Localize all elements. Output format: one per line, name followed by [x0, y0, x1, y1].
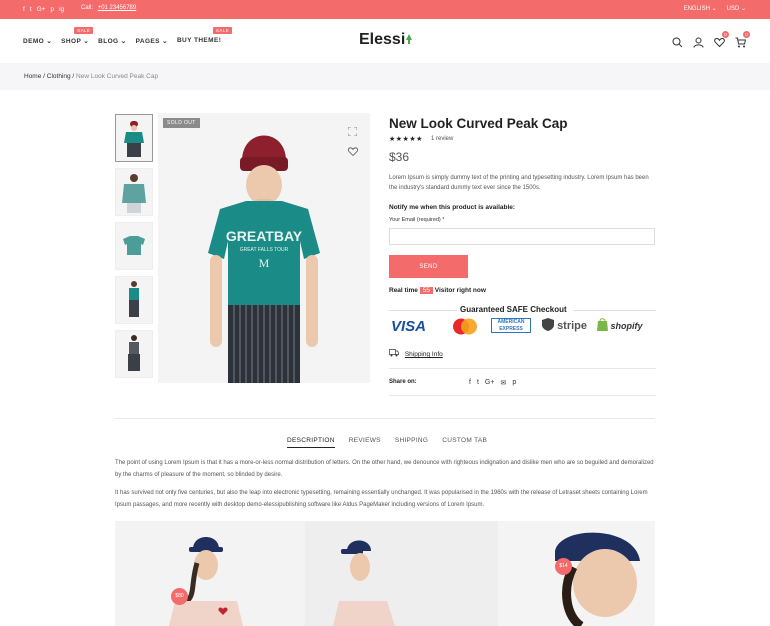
heart-icon[interactable] — [348, 143, 358, 161]
svg-text:GREAT FALLS TOUR: GREAT FALLS TOUR — [240, 247, 289, 253]
rating-stars: ★★★★★ — [389, 136, 423, 143]
twitter-icon[interactable]: t — [477, 379, 479, 387]
pinterest-icon[interactable]: p — [50, 5, 54, 14]
wishlist-icon[interactable]: 0 — [714, 31, 729, 48]
google-plus-icon[interactable]: G+ — [37, 5, 46, 14]
amex-logo: AMERICAN EXPRESS — [491, 318, 531, 333]
description-paragraph-2: It has survived not only five centuries,… — [115, 490, 648, 508]
email-field[interactable] — [389, 228, 655, 245]
stripe-logo: stripe — [542, 318, 587, 332]
search-icon[interactable] — [672, 35, 683, 48]
lookbook-banner: $80 $14 — [115, 521, 655, 626]
cart-icon[interactable]: 0 — [735, 31, 750, 48]
call-label: Call: — [81, 5, 94, 11]
safe-checkout-title: Guaranteed SAFE Checkout — [460, 305, 567, 314]
instagram-icon[interactable]: ig — [59, 5, 64, 14]
svg-text:M: M — [259, 256, 270, 270]
divider — [389, 395, 656, 396]
divider — [389, 368, 656, 369]
twitter-icon[interactable]: t — [30, 5, 32, 14]
email-icon[interactable]: ✉ — [500, 379, 506, 387]
price-tag[interactable]: $14 — [555, 558, 572, 575]
thumbnail-1[interactable] — [115, 114, 153, 162]
call-info: Call: +01 23456789 — [81, 5, 136, 11]
main-product-image[interactable]: GREATBAY GREAT FALLS TOUR M — [158, 113, 370, 383]
sale-badge: SALE — [74, 27, 94, 34]
product-tabs: DESCRIPTION REVIEWS SHIPPING CUSTOM TAB — [287, 437, 487, 448]
review-link[interactable]: 1 review — [431, 136, 453, 142]
product-description: Lorem Ipsum is simply dummy text of the … — [389, 175, 649, 191]
site-logo[interactable]: Elessi — [359, 31, 413, 49]
notify-title: Notify me when this product is available… — [389, 204, 516, 211]
tab-shipping[interactable]: SHIPPING — [395, 437, 428, 448]
google-plus-icon[interactable]: G+ — [485, 379, 495, 387]
tab-reviews[interactable]: REVIEWS — [349, 437, 381, 448]
thumbnail-3[interactable] — [115, 222, 153, 270]
phone-link[interactable]: +01 23456789 — [98, 5, 137, 11]
divider — [574, 310, 656, 311]
send-button[interactable]: SEND — [389, 255, 468, 278]
user-icon[interactable] — [693, 35, 704, 48]
breadcrumb: Home / Clothing / New Look Curved Peak C… — [0, 63, 770, 90]
description-paragraph-1: The point of using Lorem Ipsum is that i… — [115, 460, 654, 478]
cart-count: 0 — [743, 31, 750, 38]
expand-icon[interactable] — [347, 123, 358, 141]
divider — [389, 310, 457, 311]
social-links: f t G+ p ig — [23, 5, 64, 14]
pinterest-icon[interactable]: p — [512, 379, 516, 387]
sale-badge: SALE — [212, 27, 233, 34]
nav-shop[interactable]: SHOP ⌄ SALE — [61, 27, 94, 45]
share-icons: f t G+ ✉ p — [469, 379, 516, 387]
breadcrumb-category[interactable]: Clothing — [47, 73, 71, 80]
nav-blog[interactable]: BLOG ⌄ — [98, 37, 126, 45]
product-price: $36 — [389, 150, 410, 164]
breadcrumb-home[interactable]: Home — [24, 73, 41, 80]
thumbnail-2[interactable] — [115, 168, 153, 216]
thumbnail-5[interactable] — [115, 330, 153, 378]
breadcrumb-current: New Look Curved Peak Cap — [76, 73, 159, 80]
nav-pages[interactable]: PAGES ⌄ — [136, 37, 168, 45]
visitor-count: 55 — [419, 287, 433, 294]
facebook-icon[interactable]: f — [23, 5, 25, 14]
share-label: Share on: — [389, 379, 417, 385]
realtime-visitors: Real time 55 Visitor right now — [389, 287, 486, 294]
mastercard-logo — [451, 318, 479, 335]
email-label: Your Email (required) * — [389, 217, 445, 223]
tab-custom[interactable]: CUSTOM TAB — [442, 437, 487, 448]
language-selector[interactable]: ENGLISH ⌄ — [684, 5, 717, 12]
site-header: DEMO ⌄ SHOP ⌄ SALE BLOG ⌄ PAGES ⌄ BUY THE… — [0, 19, 770, 63]
price-tag[interactable]: $80 — [171, 588, 188, 605]
section-divider — [115, 418, 655, 419]
truck-icon — [389, 349, 399, 357]
top-bar: f t G+ p ig Call: +01 23456789 ENGLISH ⌄… — [0, 0, 770, 19]
currency-selector[interactable]: USD ⌄ — [727, 5, 746, 12]
nav-buy-theme[interactable]: BUY THEME! SALE — [177, 27, 233, 45]
sold-out-badge: SOLD OUT — [163, 118, 200, 128]
svg-text:GREATBAY: GREATBAY — [226, 228, 303, 244]
product-title: New Look Curved Peak Cap — [389, 116, 568, 131]
shipping-info[interactable]: Shipping Info — [389, 349, 443, 358]
nav-demo[interactable]: DEMO ⌄ — [23, 37, 52, 45]
tab-description[interactable]: DESCRIPTION — [287, 437, 335, 448]
wishlist-count: 0 — [722, 31, 729, 38]
facebook-icon[interactable]: f — [469, 379, 471, 387]
shopify-logo: shopify — [597, 318, 643, 331]
thumbnail-4[interactable] — [115, 276, 153, 324]
main-nav: DEMO ⌄ SHOP ⌄ SALE BLOG ⌄ PAGES ⌄ BUY THE… — [23, 27, 233, 45]
visa-logo: VISA — [391, 318, 427, 335]
